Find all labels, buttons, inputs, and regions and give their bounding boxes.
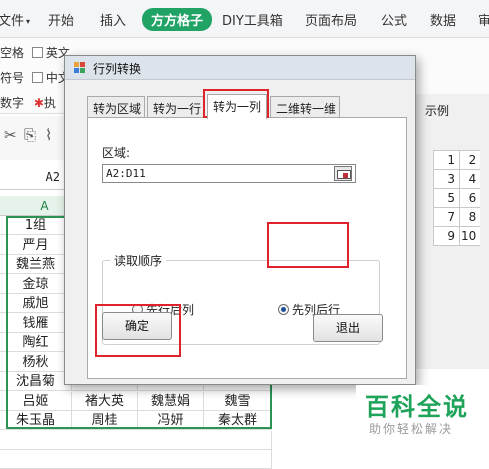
tab-2d-to-1d[interactable]: 二维转一维 [270,96,340,118]
table-cell[interactable]: 朱玉晶 [0,411,72,430]
example-title: 示例 [425,104,450,118]
execute-label: 执 [43,96,56,110]
example-row: 56 [433,188,481,208]
ribbon-tab-bar: 文件 ▾ 开始 插入 方方格子 DIY工具箱 页面布局 公式 数据 审 [0,0,489,38]
table-cell[interactable]: 吕姬 [0,391,72,411]
checkbox-chinese[interactable] [31,72,43,83]
tab-data[interactable]: 数据 [430,10,456,29]
watermark-logo-text: 百科全说 [365,393,469,421]
empty-cell[interactable] [0,430,272,450]
dialog-title: 行列转换 [93,62,142,76]
table-cell[interactable]: 戚旭 [0,294,72,313]
header-cell[interactable]: 1组 [0,216,72,235]
dialog-titlebar[interactable]: 行列转换 [65,56,415,80]
checkbox-english[interactable] [31,47,43,58]
table-cell[interactable]: 冯妍 [138,411,204,430]
table-cell[interactable]: 褚大英 [72,391,138,411]
tab-home[interactable]: 开始 [48,10,74,29]
table-cell[interactable]: 严月 [0,235,72,255]
tab-file[interactable]: 文件 ▾ [0,10,30,29]
app-grid-icon [74,62,86,74]
table-cell[interactable]: 魏慧娟 [138,391,204,411]
tab-review[interactable]: 审 [478,10,489,29]
option-numbers[interactable]: 数字 ✱执 [0,94,56,111]
example-grid: 1 2 3 4 5 6 7 8 9 10 [433,150,481,246]
example-cell: 2 [459,150,481,170]
exit-button[interactable]: 退出 [313,314,383,342]
cut-icon[interactable]: ✂ [4,126,17,144]
table-cell[interactable]: 沈昌菊 [0,372,72,391]
example-cell: 3 [433,169,460,189]
watermark-subtitle: 助你轻松解决 [369,422,454,436]
example-cell: 8 [459,207,481,227]
name-box[interactable]: A2 [0,166,66,190]
example-cell: 1 [433,150,460,170]
tab-to-row[interactable]: 转为一行 [147,96,205,118]
example-row: 12 [433,150,481,170]
range-picker-icon[interactable] [334,166,352,181]
area-label: 区域: [102,146,131,160]
radio-button[interactable] [278,304,289,315]
format-painter-icon[interactable]: ⌇ [45,126,52,144]
table-cell[interactable]: 秦太群 [204,411,272,430]
example-cell: 5 [433,188,460,208]
table-cell[interactable]: 金琼 [0,274,72,294]
example-cell: 9 [433,226,460,246]
tab-label: 文件 [0,14,25,29]
tab-fangfang[interactable]: 方方格子 [142,8,213,31]
option-label: 符号 [0,71,25,85]
option-spaces[interactable]: 空格 英文 [0,44,70,61]
example-panel: 示例 1 2 3 4 5 6 7 8 9 10 [414,94,489,369]
table-cell[interactable]: 周桂 [72,411,138,430]
example-cell: 7 [433,207,460,227]
example-cell: 4 [459,169,481,189]
quick-toolbar: ✂ ⎘ ⌇ [0,116,70,160]
read-order-title: 读取顺序 [110,252,167,269]
star-icon: ✱ [33,96,44,110]
row-column-convert-dialog: 行列转换 转为区域 转为一行 转为一列 二维转一维 区域: A2:D11 读取顺… [64,55,416,385]
option-symbols[interactable]: 符号 中文 [0,69,70,86]
table-cell[interactable]: 陶红 [0,333,72,352]
tab-diy-toolbox[interactable]: DIY工具箱 [222,10,283,29]
table-cell[interactable]: 杨秋 [0,352,72,372]
tab-insert[interactable]: 插入 [100,10,126,29]
copy-icon[interactable]: ⎘ [24,126,36,144]
ok-button[interactable]: 确定 [102,312,172,340]
example-cell: 6 [459,188,481,208]
tab-formulas[interactable]: 公式 [381,10,407,29]
table-cell[interactable]: 钱雁 [0,313,72,333]
example-row: 78 [433,207,481,227]
chevron-down-icon: ▾ [26,17,31,26]
tab-to-region[interactable]: 转为区域 [87,96,145,118]
empty-cell[interactable] [0,450,272,469]
example-cell: 10 [459,226,481,246]
tab-to-column[interactable]: 转为一列 [207,94,267,119]
option-label: 空格 [0,46,25,60]
table-cell[interactable]: 魏兰燕 [0,255,72,274]
example-row: 9 10 [433,226,481,246]
area-input[interactable]: A2:D11 [102,164,356,183]
tab-page-layout[interactable]: 页面布局 [305,10,357,29]
example-row: 34 [433,169,481,189]
table-cell[interactable]: 魏雪 [204,391,272,411]
option-label: 数字 [0,96,25,110]
